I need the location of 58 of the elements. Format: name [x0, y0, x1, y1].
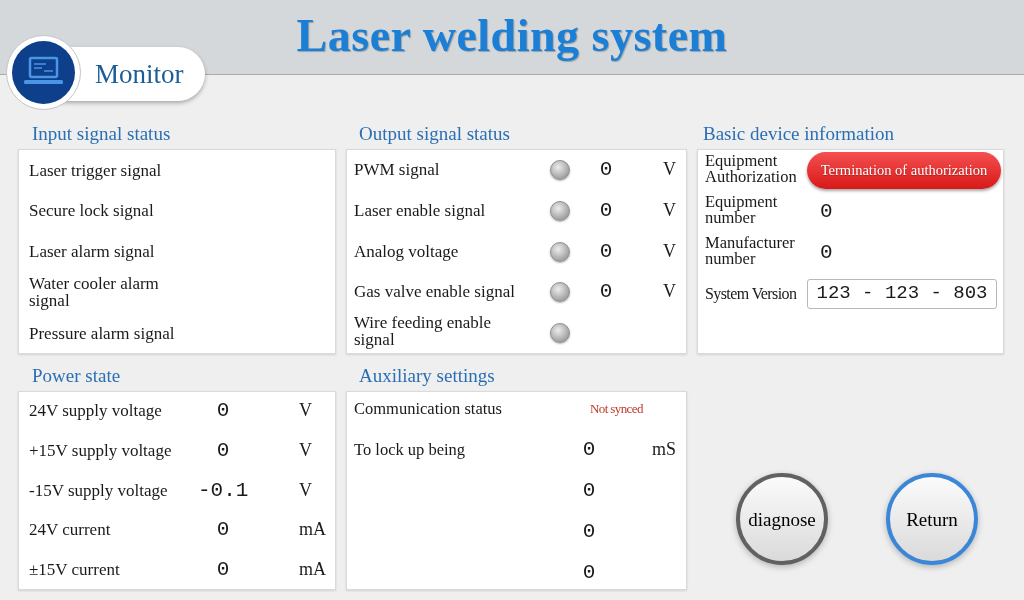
app-title: Laser welding system	[296, 13, 728, 61]
round-button[interactable]: diagnose	[736, 473, 828, 565]
power-label: 24V current	[29, 520, 111, 540]
signal-label: Laser alarm signal	[29, 243, 155, 260]
setting-label: To lock up being	[354, 439, 466, 459]
authorization-button[interactable]: Termination of authorization	[807, 152, 1001, 189]
info-label: Equipment number	[705, 193, 779, 226]
power-value: 0	[216, 558, 230, 581]
signal-value: 0	[599, 239, 613, 263]
signal-label: Wire feeding enable signal	[354, 314, 493, 348]
signal-label: Laser trigger signal	[29, 161, 162, 179]
setting-value: 0	[582, 519, 596, 543]
signal-label: Gas valve enable signal	[354, 283, 515, 301]
power-value: 0	[216, 518, 230, 542]
power-label: +15V supply voltage	[29, 440, 172, 460]
info-value: 0	[820, 201, 833, 222]
info-value: 0	[820, 242, 833, 263]
signal-label: PWM signal	[354, 161, 440, 178]
unit-label: mS	[652, 438, 676, 459]
page-label: Monitor	[95, 60, 184, 88]
setting-value: 0	[582, 437, 596, 461]
info-label: Manufacturer number	[705, 234, 796, 267]
info-label: System Version	[705, 285, 797, 302]
unit-label: V	[663, 199, 676, 220]
signal-label: Laser enable signal	[354, 201, 486, 219]
setting-value: 0	[582, 478, 596, 502]
version-field[interactable]: 123 - 123 - 803	[807, 278, 997, 309]
info-label: Equipment Authorization	[705, 152, 798, 185]
section-heading: Power state	[32, 365, 121, 385]
round-button[interactable]: Return	[886, 473, 978, 565]
setting-value: 0	[582, 560, 596, 584]
section-heading: Basic device information	[703, 123, 894, 143]
unit-label: V	[299, 479, 312, 500]
signal-value: 0	[599, 198, 613, 222]
unit-label: mA	[299, 519, 326, 540]
unit-label: V	[663, 159, 676, 179]
signal-value: 0	[599, 158, 613, 181]
signal-label: Pressure alarm signal	[29, 324, 175, 342]
setting-label: Communication status	[354, 398, 503, 418]
section-heading: Output signal status	[359, 123, 510, 143]
section-heading: Auxiliary settings	[359, 365, 495, 385]
section-heading: Input signal status	[32, 123, 171, 143]
signal-label: Secure lock signal	[29, 202, 154, 220]
unit-label: V	[299, 400, 312, 420]
power-label: ±15V current	[29, 560, 120, 579]
power-value: -0.1	[198, 478, 249, 502]
power-value: 0	[216, 438, 230, 462]
power-label: 24V supply voltage	[29, 401, 162, 420]
unit-label: V	[299, 439, 312, 460]
signal-label: Water cooler alarm signal	[29, 275, 160, 310]
unit-label: V	[663, 281, 676, 302]
power-label: -15V supply voltage	[29, 480, 168, 500]
signal-value: 0	[599, 280, 613, 304]
unit-label: V	[663, 240, 676, 261]
signal-label: Analog voltage	[354, 242, 459, 260]
status-text: Not synced	[590, 402, 643, 415]
unit-label: mA	[299, 559, 326, 579]
power-value: 0	[216, 399, 230, 422]
